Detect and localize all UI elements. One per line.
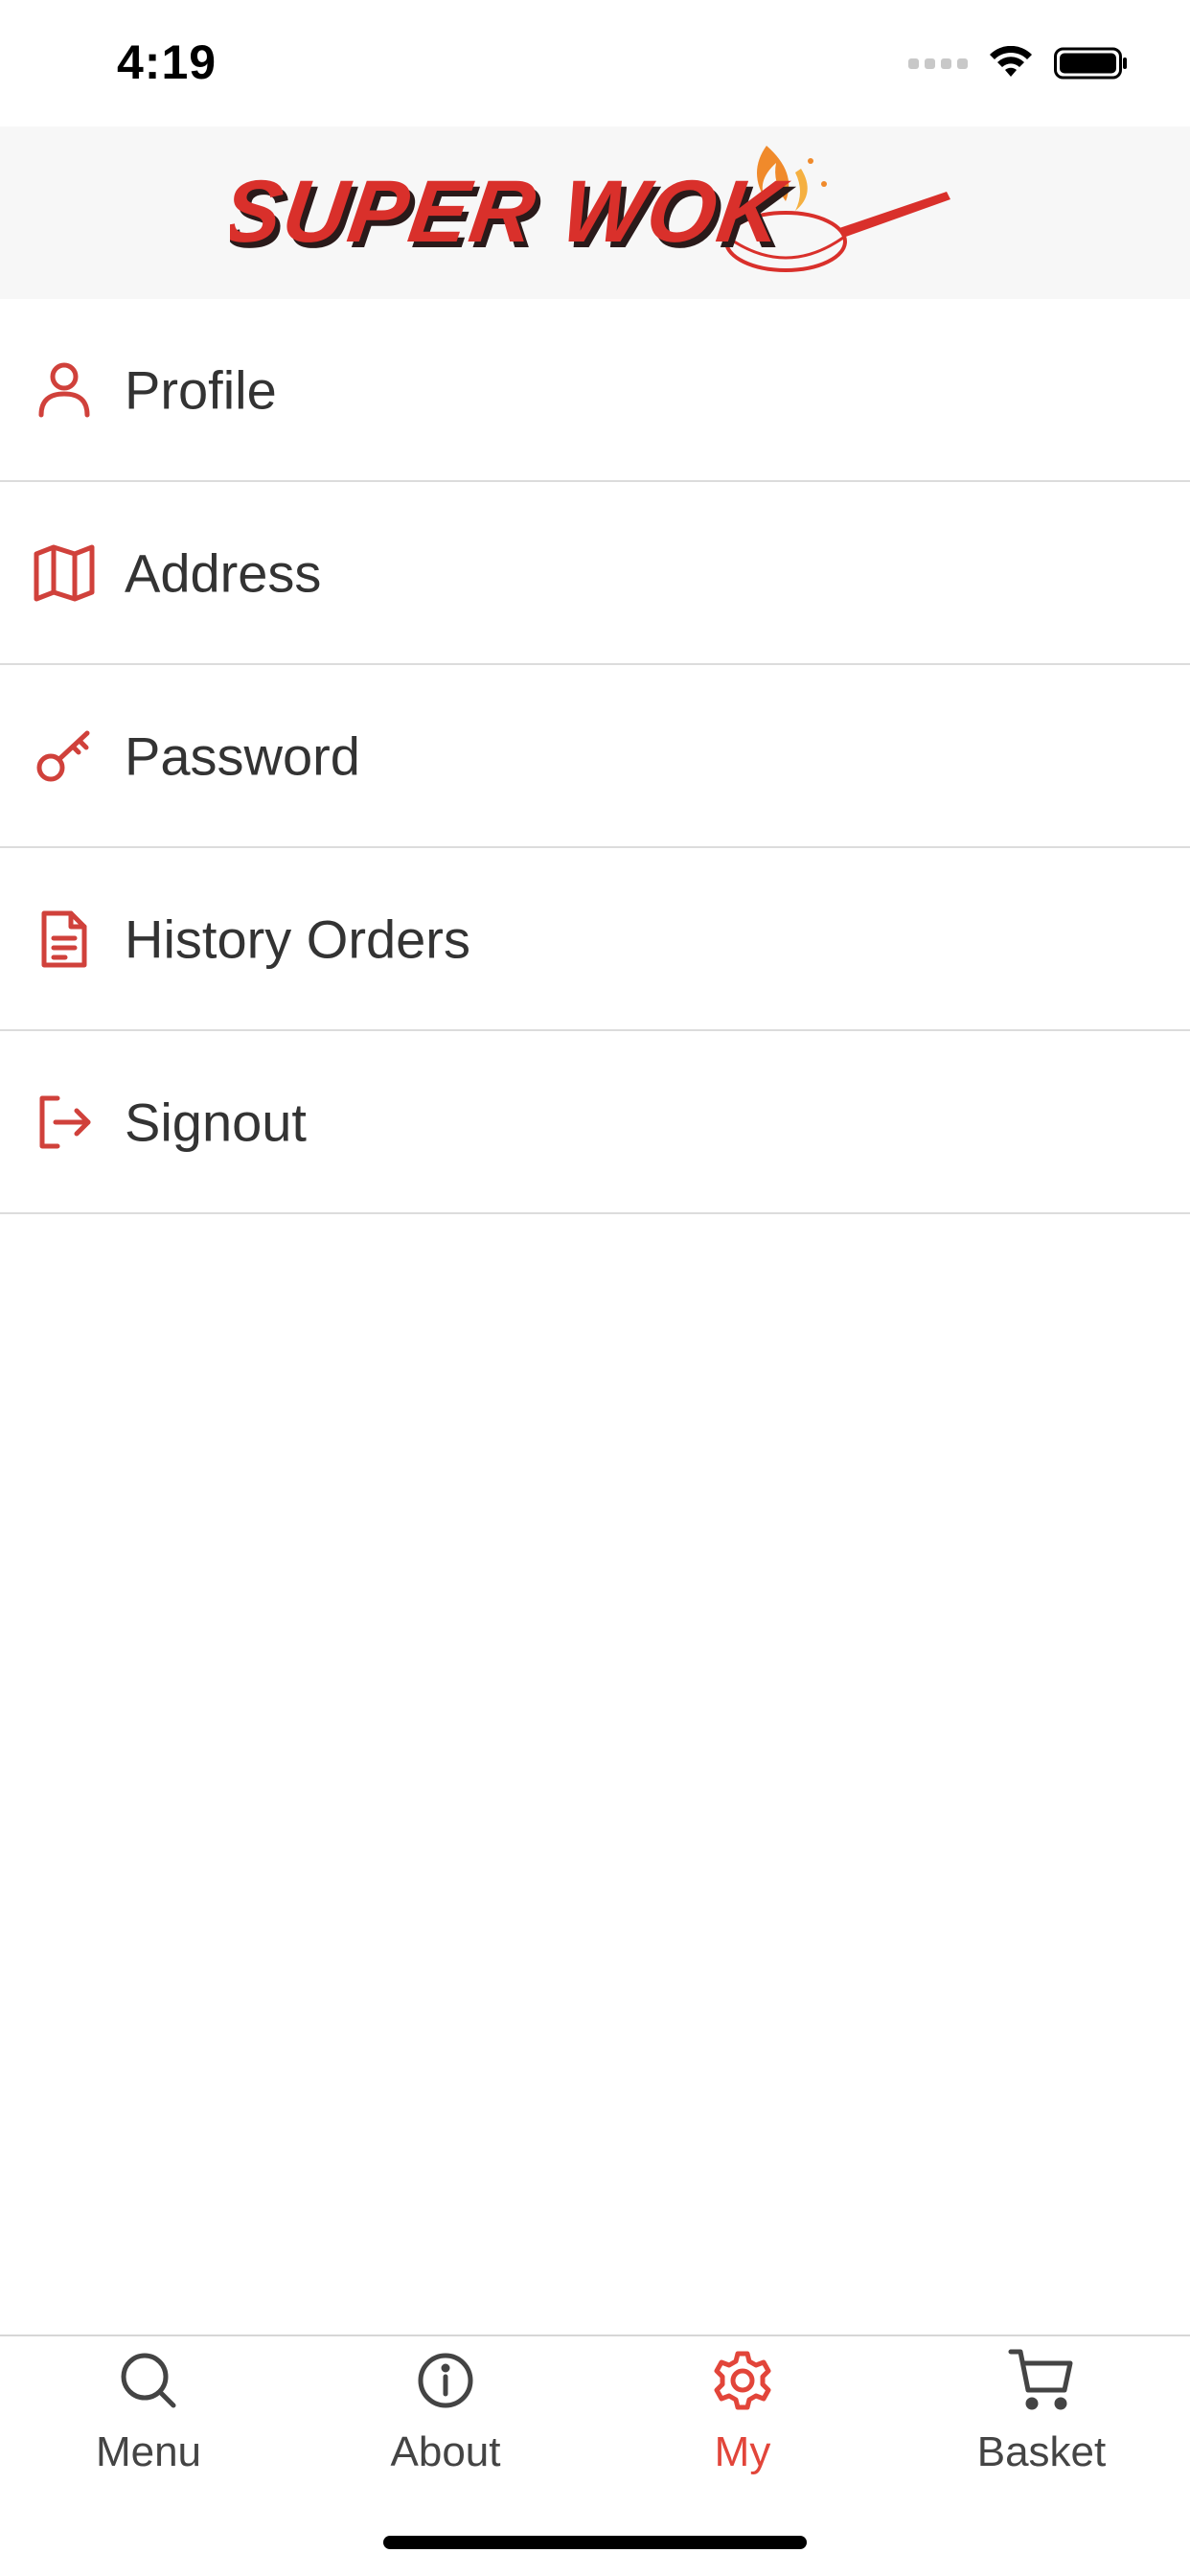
document-icon [33,908,96,971]
info-icon [418,2353,473,2408]
menu-item-label: Profile [125,359,277,420]
menu-item-signout[interactable]: Signout [0,1031,1190,1214]
tab-label: My [714,2428,771,2475]
map-icon [33,541,96,605]
menu-item-label: Address [125,542,322,603]
status-icons [908,44,1129,82]
tab-label: About [390,2428,501,2475]
tab-basket[interactable]: Basket [893,2336,1190,2509]
tab-label: Basket [976,2428,1107,2475]
search-icon [121,2353,176,2408]
user-icon [33,358,96,422]
menu-item-history-orders[interactable]: History Orders [0,848,1190,1031]
cart-icon [1008,2349,1073,2410]
tab-menu[interactable]: Menu [0,2336,297,2509]
home-indicator[interactable] [383,2536,807,2549]
menu-item-label: History Orders [125,908,470,969]
menu-item-label: Password [125,725,360,786]
status-time: 4:19 [117,35,217,89]
status-bar: 4:19 [0,0,1190,126]
account-menu: Profile Address Password History Orders … [0,299,1190,1214]
menu-item-password[interactable]: Password [0,665,1190,848]
menu-item-address[interactable]: Address [0,482,1190,665]
tab-about[interactable]: About [297,2336,594,2509]
menu-item-profile[interactable]: Profile [0,299,1190,482]
header: SUPER WOK SUPER WOK [0,126,1190,299]
tab-my[interactable]: My [594,2336,891,2509]
cellular-signal-icon [908,58,968,69]
logo-text: SUPER WOK [230,161,794,260]
menu-item-label: Signout [125,1092,307,1152]
tab-label: Menu [95,2428,202,2475]
super-wok-logo: SUPER WOK SUPER WOK [230,146,950,272]
key-icon [33,724,96,788]
gear-icon [714,2351,771,2410]
signout-icon [33,1091,96,1154]
battery-icon [1054,47,1127,80]
wifi-icon [990,46,1032,77]
